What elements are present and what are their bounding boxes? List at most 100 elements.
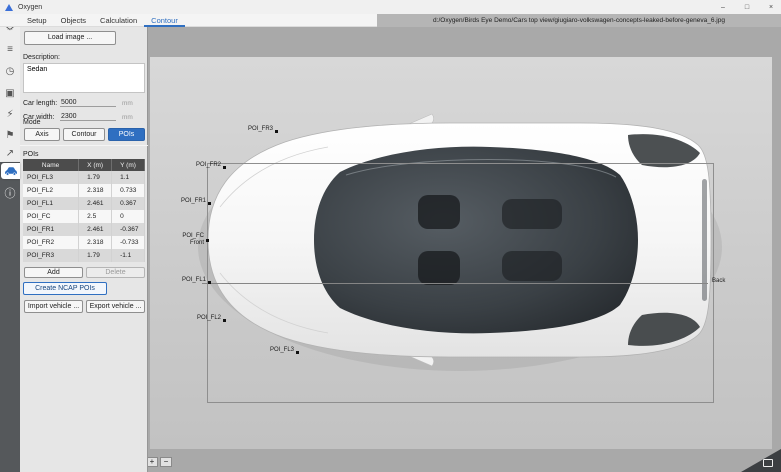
poi-x-cell: 2.5 <box>79 210 112 223</box>
poi-marker-label: POI_FR3 <box>248 126 273 132</box>
poi-marker-label: POI_FR2 <box>196 162 221 168</box>
poi-dot-icon <box>208 281 211 284</box>
table-row[interactable]: POI_FL2 2.318 0.733 <box>23 184 145 197</box>
delete-poi-button[interactable]: Delete <box>86 267 145 278</box>
poi-dot-icon <box>223 166 226 169</box>
menu-bar: Setup Objects Calculation Contour d:/Oxy… <box>0 14 781 27</box>
poi-name-cell: POI_FR2 <box>23 236 79 249</box>
vehicle-axis-line[interactable] <box>202 283 708 284</box>
zoom-out-button[interactable]: − <box>160 457 172 467</box>
fullscreen-corner[interactable] <box>741 449 781 472</box>
poi-name-cell: POI_FR3 <box>23 249 79 262</box>
car-width-row: Car width: mm <box>23 111 145 123</box>
create-ncap-pois-button[interactable]: Create NCAP POIs <box>23 282 107 295</box>
tab-calculation[interactable]: Calculation <box>93 14 144 27</box>
tab-contour[interactable]: Contour <box>144 14 185 27</box>
car-photo: Back POI_FR3 POI_FR2 POI_FR1 POI_FC Fron… <box>150 57 772 449</box>
car-width-input[interactable] <box>60 113 116 121</box>
load-image-button[interactable]: Load image ... <box>24 31 116 45</box>
mode-axis-button[interactable]: Axis <box>24 128 60 141</box>
export-vehicle-button[interactable]: Export vehicle ... <box>86 300 145 313</box>
file-path-bar: d:/Oxygen/Birds Eye Demo/Cars top view/g… <box>377 14 781 27</box>
window-title: Oxygen <box>18 4 42 11</box>
table-row[interactable]: POI_FC 2.5 0 <box>23 210 145 223</box>
close-button[interactable]: × <box>765 4 777 11</box>
share-icon[interactable]: ↗ <box>0 144 20 162</box>
window-controls: – □ × <box>717 0 777 14</box>
poi-marker-label-group: POI_FC Front <box>182 233 204 247</box>
poi-x-cell: 2.318 <box>79 236 112 249</box>
poi-x-cell: 1.79 <box>79 171 112 184</box>
poi-y-cell: 0.733 <box>112 184 145 197</box>
poi-marker-label: POI_FL2 <box>197 315 221 321</box>
app-logo-icon <box>5 4 13 11</box>
vehicle-tool-tab[interactable] <box>1 163 20 179</box>
poi-marker-label: POI_FR1 <box>181 198 206 204</box>
poi-table-header: Name X (m) Y (m) <box>23 159 145 171</box>
table-row[interactable]: POI_FL1 2.461 0.367 <box>23 197 145 210</box>
poi-name-cell: POI_FL3 <box>23 171 79 184</box>
tab-objects[interactable]: Objects <box>54 14 93 27</box>
poi-marker-label: POI_FL1 <box>182 277 206 283</box>
car-length-label: Car length: <box>23 100 60 107</box>
poi-dot-icon <box>223 319 226 322</box>
info-icon[interactable]: ⓘ <box>0 184 20 202</box>
poi-dot-icon <box>206 239 209 242</box>
description-label: Description: <box>23 54 60 61</box>
lightning-icon[interactable]: ⚡ <box>0 105 20 123</box>
table-row[interactable]: POI_FL3 1.79 1.1 <box>23 171 145 184</box>
header-x: X (m) <box>79 159 112 171</box>
front-axis-label: Front <box>182 240 204 247</box>
image-icon[interactable]: ▣ <box>0 84 20 102</box>
poi-x-cell: 1.79 <box>79 249 112 262</box>
table-row[interactable]: POI_FR2 2.318 -0.733 <box>23 236 145 249</box>
back-axis-label: Back <box>712 278 725 284</box>
poi-y-cell: 1.1 <box>112 171 145 184</box>
table-row[interactable]: POI_FR3 1.79 -1.1 <box>23 249 145 262</box>
divider <box>20 145 148 146</box>
poi-x-cell: 2.318 <box>79 184 112 197</box>
header-name: Name <box>23 159 79 171</box>
maximize-button[interactable]: □ <box>741 4 753 11</box>
car-length-row: Car length: mm <box>23 97 145 109</box>
poi-name-cell: POI_FL2 <box>23 184 79 197</box>
car-length-unit: mm <box>122 100 133 107</box>
poi-table: Name X (m) Y (m) POI_FL3 1.79 1.1 POI_FL… <box>23 159 145 262</box>
poi-name-cell: POI_FR1 <box>23 223 79 236</box>
expand-icon <box>763 459 773 467</box>
poi-y-cell: 0.367 <box>112 197 145 210</box>
mode-contour-button[interactable]: Contour <box>63 128 105 141</box>
pois-section-label: POIs <box>23 151 39 158</box>
import-vehicle-button[interactable]: Import vehicle ... <box>24 300 83 313</box>
icon-rail: ⚙ ≡ ◷ ▣ ⚡ ⚑ ↗ ⓘ <box>0 14 20 472</box>
poi-x-cell: 2.461 <box>79 223 112 236</box>
tab-bar: Setup Objects Calculation Contour <box>20 14 185 27</box>
header-y: Y (m) <box>112 159 145 171</box>
add-poi-button[interactable]: Add <box>24 267 83 278</box>
icon-rail-dark-section <box>0 162 20 472</box>
poi-y-cell: -1.1 <box>112 249 145 262</box>
poi-dot-icon <box>296 351 299 354</box>
table-row[interactable]: POI_FR1 2.461 -0.367 <box>23 223 145 236</box>
vehicle-panel: Load image ... Description: Sedan Car le… <box>20 27 148 472</box>
poi-name-cell: POI_FL1 <box>23 197 79 210</box>
minimize-button[interactable]: – <box>717 4 729 11</box>
poi-dot-icon <box>275 130 278 133</box>
stopwatch-icon[interactable]: ◷ <box>0 62 20 80</box>
car-width-unit: mm <box>122 114 133 121</box>
car-icon <box>4 166 18 176</box>
mode-pois-button[interactable]: POIs <box>108 128 145 141</box>
poi-marker-label: POI_FC <box>182 233 204 240</box>
poi-name-cell: POI_FC <box>23 210 79 223</box>
title-bar: Oxygen – □ × <box>0 0 781 14</box>
mode-label: Mode <box>23 119 41 126</box>
list-icon[interactable]: ≡ <box>0 40 20 58</box>
tab-setup[interactable]: Setup <box>20 14 54 27</box>
car-length-input[interactable] <box>60 99 116 107</box>
poi-y-cell: -0.733 <box>112 236 145 249</box>
description-input[interactable]: Sedan <box>23 63 145 93</box>
flag-icon[interactable]: ⚑ <box>0 126 20 144</box>
image-canvas[interactable]: Back POI_FR3 POI_FR2 POI_FR1 POI_FC Fron… <box>148 14 781 472</box>
poi-x-cell: 2.461 <box>79 197 112 210</box>
poi-y-cell: -0.367 <box>112 223 145 236</box>
